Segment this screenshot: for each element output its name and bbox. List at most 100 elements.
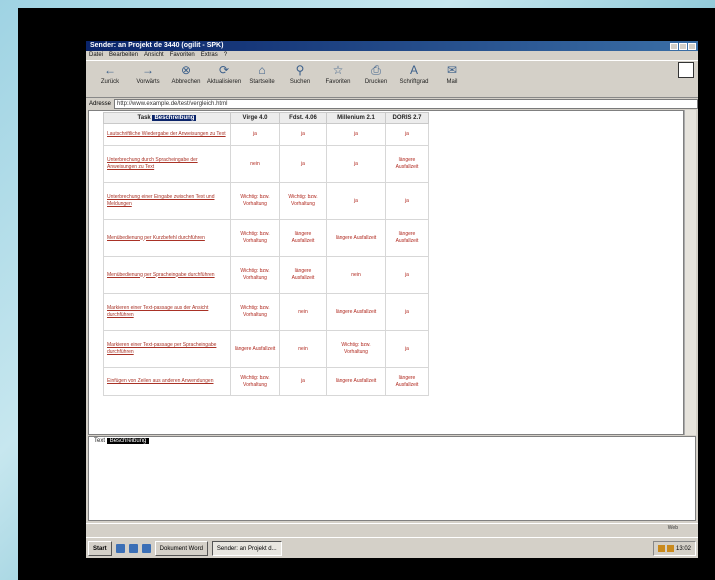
toolbar-button[interactable]: ⟳ Aktualisieren (206, 61, 242, 99)
menu-item-edit[interactable]: Bearbeiten (109, 51, 138, 60)
table-cell: Wichtig: bzw. Vorhaltung (230, 293, 280, 331)
tray-icon[interactable] (657, 545, 665, 552)
toolbar-button[interactable]: ⎙ Drucken (358, 61, 394, 99)
taskbar-task-active[interactable]: Sender: an Projekt d... (211, 541, 282, 556)
table-cell: ja (279, 123, 327, 146)
table-row: Unterbrechung durch Spracheingabe der An… (103, 145, 429, 183)
column-header: DORIS 2.7 (385, 112, 429, 124)
table-row: Menübedienung per Spracheingabe durchfüh… (103, 256, 429, 294)
table-cell: ja (230, 123, 280, 146)
task-link[interactable]: Menübedienung per Kurzbefehl durchführen (103, 219, 231, 257)
table-cell: ja (385, 256, 429, 294)
table-cell: längere Ausfallzeit (326, 367, 386, 396)
toolbar-button-label: Favoriten (325, 79, 351, 85)
text-pane-highlight: Beschreibung (106, 438, 150, 444)
toolbar-button[interactable]: ☆ Favoriten (320, 61, 356, 99)
table-row: Markieren einer Text-passage per Sprache… (103, 330, 429, 368)
text-pane[interactable]: Text Beschreibung (88, 436, 696, 521)
table-cell: längere Ausfallzeit (279, 219, 327, 257)
window-title: Sender: an Projekt de 3440 (ogilit - SPK… (90, 42, 224, 49)
toolbar-button[interactable]: A Schriftgrad (396, 61, 432, 99)
search-icon: ⚲ (295, 63, 305, 77)
toolbar-button[interactable]: ⊗ Abbrechen (168, 61, 204, 99)
task-link[interactable]: Menübedienung per Spracheingabe durchfüh… (103, 256, 231, 294)
table-cell: längere Ausfallzeit (279, 256, 327, 294)
desktop-screen: Sender: an Projekt de 3440 (ogilit - SPK… (86, 41, 698, 558)
task-link[interactable]: Einfügen von Zeilen aus anderen Anwendun… (103, 367, 231, 396)
system-tray: 13:02 (652, 541, 696, 556)
status-bar: Web (86, 523, 698, 533)
toolbar-button[interactable]: → Vorwärts (130, 61, 166, 99)
address-label: Adresse (89, 100, 112, 107)
toolbar-button[interactable]: ⚲ Suchen (282, 61, 318, 99)
task-link[interactable]: Unterbrechung durch Spracheingabe der An… (103, 145, 231, 183)
table-cell: längere Ausfallzeit (385, 145, 429, 183)
task-link[interactable]: Unterbrechung einer Eingabe zwischen Tex… (103, 182, 231, 220)
quicklaunch-mail-icon[interactable] (141, 544, 151, 553)
table-cell: nein (279, 330, 327, 368)
toolbar-button[interactable]: ✉ Mail (434, 61, 470, 99)
table-cell: ja (385, 182, 429, 220)
table-cell: Wichtig: bzw. Vorhaltung (230, 219, 280, 257)
status-zone: Web (667, 525, 678, 531)
toolbar-button-label: Abbrechen (171, 79, 201, 85)
table-row: Einfügen von Zeilen aus anderen Anwendun… (103, 367, 429, 396)
refresh-icon: ⟳ (218, 63, 230, 77)
column-header: Fdst. 4.06 (279, 112, 327, 124)
menu-item-file[interactable]: Datei (89, 51, 103, 60)
window-titlebar[interactable]: Sender: an Projekt de 3440 (ogilit - SPK… (86, 41, 698, 51)
table-cell: längere Ausfallzeit (385, 219, 429, 257)
taskbar-task[interactable]: Dokument Word (154, 541, 208, 556)
table-cell: ja (326, 182, 386, 220)
clock: 13:02 (675, 545, 691, 552)
quicklaunch-browser-icon[interactable] (128, 544, 138, 553)
task-link[interactable]: Markieren einer Text-passage per Sprache… (103, 330, 231, 368)
menu-bar: Datei Bearbeiten Ansicht Favoriten Extra… (86, 51, 698, 60)
table-row: Markieren einer Text-passage aus der Ans… (103, 293, 429, 331)
stop-icon: ⊗ (180, 63, 192, 77)
table-cell: nein (326, 256, 386, 294)
table-cell: ja (385, 123, 429, 146)
favorites-icon: ☆ (332, 63, 344, 77)
menu-item-tools[interactable]: Extras (201, 51, 218, 60)
monitor-bezel: Sender: an Projekt de 3440 (ogilit - SPK… (18, 8, 715, 580)
page-content: Task Beschreibung Virge 4.0 Fdst. 4.06 M… (88, 110, 684, 435)
table-cell: ja (279, 145, 327, 183)
maximize-button[interactable] (679, 42, 687, 50)
menu-item-favorites[interactable]: Favoriten (170, 51, 195, 60)
table-cell: ja (385, 330, 429, 368)
table-header-row: Task Beschreibung Virge 4.0 Fdst. 4.06 M… (103, 112, 429, 124)
table-cell: Wichtig: bzw. Vorhaltung (230, 256, 280, 294)
table-cell: längere Ausfallzeit (385, 367, 429, 396)
table-cell: Wichtig: bzw. Vorhaltung (279, 182, 327, 220)
back-arrow-icon: ← (104, 63, 116, 77)
toolbar-button-label: Aktualisieren (206, 79, 242, 85)
window-controls (670, 42, 698, 50)
home-icon: ⌂ (258, 63, 266, 77)
toolbar-button[interactable]: ⌂ Startseite (244, 61, 280, 99)
table-cell: längere Ausfallzeit (326, 219, 386, 257)
toolbar-button[interactable]: ← Zurück (92, 61, 128, 99)
forward-arrow-icon: → (142, 63, 154, 77)
table-row: Unterbrechung einer Eingabe zwischen Tex… (103, 182, 429, 220)
address-bar: Adresse http://www.example.de/test/vergl… (86, 98, 698, 109)
close-button[interactable] (688, 42, 696, 50)
vertical-scrollbar[interactable] (684, 110, 696, 435)
column-header: Virge 4.0 (230, 112, 280, 124)
tray-icon[interactable] (666, 545, 674, 552)
minimize-button[interactable] (670, 42, 678, 50)
menu-item-help[interactable]: ? (224, 51, 227, 60)
table-cell: Wichtig: bzw. Vorhaltung (230, 182, 280, 220)
task-link[interactable]: Markieren einer Text-passage aus der Ans… (103, 293, 231, 331)
toolbar-button-label: Schriftgrad (399, 79, 429, 85)
toolbar-button-label: Vorwärts (136, 79, 160, 85)
table-cell: längere Ausfallzeit (230, 330, 280, 368)
task-highlight: Beschreibung (152, 115, 197, 121)
task-link[interactable]: Lautschriftliche Wiedergabe der Anweisun… (103, 123, 231, 146)
taskbar: Start Dokument Word Sender: an Projekt d… (86, 537, 698, 558)
start-button[interactable]: Start (88, 541, 112, 556)
address-input[interactable]: http://www.example.de/test/vergleich.htm… (114, 98, 698, 109)
quicklaunch-desktop-icon[interactable] (115, 544, 125, 553)
menu-item-view[interactable]: Ansicht (144, 51, 164, 60)
text-pane-label: Text Beschreibung (94, 438, 150, 444)
